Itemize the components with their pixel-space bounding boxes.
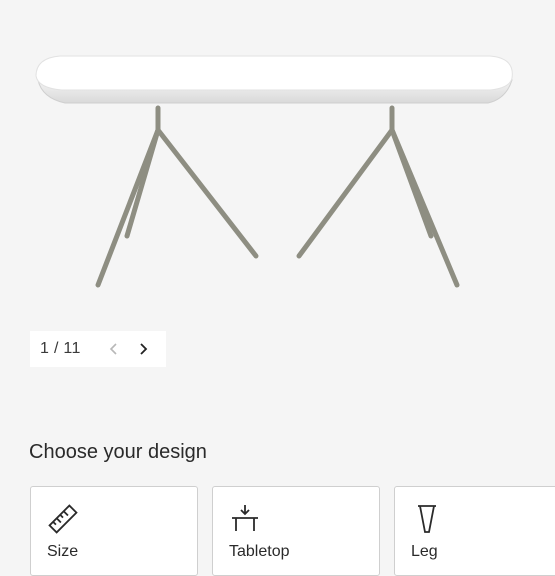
tabletop-icon	[232, 505, 258, 531]
design-option-tabletop[interactable]: Tabletop	[212, 486, 380, 576]
gallery-counter: 1 / 11	[40, 340, 81, 357]
design-option-label: Leg	[411, 543, 438, 560]
gallery-prev-button[interactable]	[104, 339, 124, 359]
design-option-label: Size	[47, 543, 79, 560]
design-option-leg[interactable]: Leg	[394, 486, 555, 576]
gallery-next-button[interactable]	[133, 339, 153, 359]
gallery-pager: 1 / 11	[30, 331, 166, 367]
ruler-icon	[48, 504, 78, 534]
chevron-right-icon	[140, 343, 148, 355]
design-option-label: Tabletop	[229, 543, 290, 560]
section-heading: Choose your design	[29, 441, 207, 463]
table-top	[35, 55, 513, 91]
chevron-left-icon	[109, 343, 117, 355]
leg-icon	[418, 505, 436, 533]
table-legs	[95, 105, 460, 288]
product-image-table	[35, 55, 513, 288]
design-option-size[interactable]: Size	[30, 486, 198, 576]
